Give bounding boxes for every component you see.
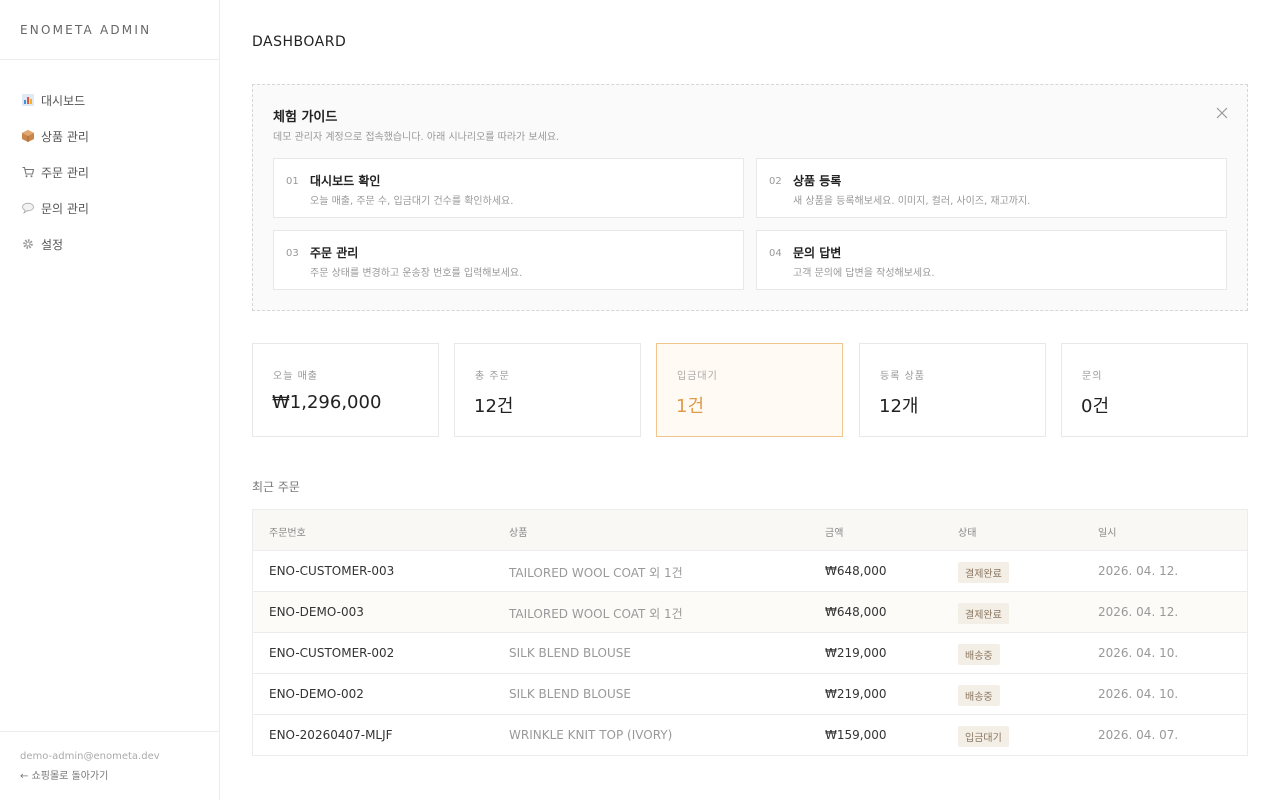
sidebar-footer: demo-admin@enometa.dev ← 쇼핑몰로 돌아가기 — [0, 731, 219, 800]
order-amount: ₩159,000 — [825, 728, 887, 742]
stat-card-today-sales[interactable]: 오늘 매출 ₩1,296,000 — [252, 343, 439, 437]
guide-step-3[interactable]: 03 주문 관리 주문 상태를 변경하고 운송장 번호를 입력해보세요. — [273, 230, 744, 290]
guide-description: 데모 관리자 계정으로 접속했습니다. 아래 시나리오를 따라가 보세요. — [273, 132, 560, 143]
sidebar-item-label: 상품 관리 — [41, 129, 89, 144]
status-badge: 결제완료 — [958, 562, 1009, 583]
stat-card-registered-products[interactable]: 등록 상품 12개 — [859, 343, 1046, 437]
order-date: 2026. 04. 12. — [1098, 564, 1179, 578]
sidebar-item-label: 설정 — [41, 237, 64, 252]
step-description: 고객 문의에 답변을 작성해보세요. — [793, 268, 935, 279]
stat-card-pending-payment[interactable]: 입금대기 1건 — [656, 343, 843, 437]
stat-label: 입금대기 — [677, 371, 718, 382]
gear-icon — [22, 238, 34, 250]
sidebar-item-products[interactable]: 상품 관리 — [0, 118, 219, 154]
step-number: 04 — [769, 248, 782, 259]
table-row[interactable]: ENO-CUSTOMER-003 TAILORED WOOL COAT 외 1건… — [253, 551, 1247, 592]
stat-value: 0건 — [1081, 396, 1110, 417]
stat-label: 오늘 매출 — [273, 371, 318, 382]
order-product: TAILORED WOOL COAT 외 1건 — [509, 607, 683, 621]
cart-icon — [22, 166, 34, 178]
guide-title: 체험 가이드 — [273, 110, 338, 125]
guide-step-1[interactable]: 01 대시보드 확인 오늘 매출, 주문 수, 입금대기 건수를 확인하세요. — [273, 158, 744, 218]
chart-icon — [22, 94, 34, 106]
stat-label: 문의 — [1082, 371, 1103, 382]
order-amount: ₩219,000 — [825, 646, 887, 660]
close-icon[interactable] — [1215, 105, 1229, 119]
page-title: DASHBOARD — [252, 34, 347, 50]
brand-logo[interactable]: ENOMETA ADMIN — [0, 0, 219, 60]
column-header-date: 일시 — [1098, 528, 1117, 539]
order-id: ENO-DEMO-003 — [269, 605, 364, 619]
sidebar-item-label: 대시보드 — [41, 93, 86, 108]
step-title: 상품 등록 — [793, 174, 842, 188]
stat-card-inquiries[interactable]: 문의 0건 — [1061, 343, 1248, 437]
step-number: 03 — [286, 248, 299, 259]
step-description: 오늘 매출, 주문 수, 입금대기 건수를 확인하세요. — [310, 196, 514, 207]
step-title: 주문 관리 — [310, 246, 359, 260]
order-id: ENO-CUSTOMER-002 — [269, 646, 395, 660]
stat-value: 1건 — [676, 396, 705, 417]
order-product: TAILORED WOOL COAT 외 1건 — [509, 566, 683, 580]
order-date: 2026. 04. 10. — [1098, 687, 1179, 701]
order-product: WRINKLE KNIT TOP (IVORY) — [509, 728, 673, 742]
guide-panel: 체험 가이드 데모 관리자 계정으로 접속했습니다. 아래 시나리오를 따라가 … — [252, 84, 1248, 311]
sidebar-item-label: 문의 관리 — [41, 201, 89, 216]
user-email: demo-admin@enometa.dev — [20, 751, 160, 762]
step-description: 새 상품을 등록해보세요. 이미지, 컬러, 사이즈, 재고까지. — [793, 196, 1031, 207]
step-number: 02 — [769, 176, 782, 187]
column-header-status: 상태 — [958, 528, 977, 539]
recent-orders-table: 주문번호 상품 금액 상태 일시 ENO-CUSTOMER-003 TAILOR… — [252, 509, 1248, 756]
step-title: 문의 답변 — [793, 246, 842, 260]
sidebar-item-dashboard[interactable]: 대시보드 — [0, 82, 219, 118]
sidebar-nav: 대시보드 상품 관리 주문 관리 문의 관리 설정 — [0, 60, 219, 262]
stat-card-total-orders[interactable]: 총 주문 12건 — [454, 343, 641, 437]
order-product: SILK BLEND BLOUSE — [509, 687, 631, 701]
column-header-order-id: 주문번호 — [269, 528, 306, 539]
order-date: 2026. 04. 12. — [1098, 605, 1179, 619]
stat-label: 총 주문 — [475, 371, 510, 382]
order-amount: ₩648,000 — [825, 564, 887, 578]
status-badge: 배송중 — [958, 685, 1000, 706]
stat-value: 12개 — [879, 396, 919, 417]
sidebar-item-orders[interactable]: 주문 관리 — [0, 154, 219, 190]
main-content: DASHBOARD 체험 가이드 데모 관리자 계정으로 접속했습니다. 아래 … — [220, 0, 1280, 800]
table-row[interactable]: ENO-CUSTOMER-002 SILK BLEND BLOUSE ₩219,… — [253, 633, 1247, 674]
step-number: 01 — [286, 176, 299, 187]
stat-value: 12건 — [474, 396, 514, 417]
sidebar-item-settings[interactable]: 설정 — [0, 226, 219, 262]
column-header-amount: 금액 — [825, 528, 844, 539]
back-to-shop-link[interactable]: ← 쇼핑몰로 돌아가기 — [20, 770, 199, 784]
box-icon — [22, 130, 34, 142]
order-id: ENO-DEMO-002 — [269, 687, 364, 701]
sidebar-item-inquiries[interactable]: 문의 관리 — [0, 190, 219, 226]
status-badge: 결제완료 — [958, 603, 1009, 624]
column-header-product: 상품 — [509, 528, 528, 539]
recent-orders-title: 최근 주문 — [252, 480, 300, 494]
speech-bubble-icon — [22, 202, 34, 214]
order-id: ENO-20260407-MLJF — [269, 728, 393, 742]
order-date: 2026. 04. 07. — [1098, 728, 1179, 742]
step-title: 대시보드 확인 — [310, 174, 381, 188]
sidebar: ENOMETA ADMIN 대시보드 상품 관리 주문 관리 문의 관리 설정 … — [0, 0, 220, 800]
order-date: 2026. 04. 10. — [1098, 646, 1179, 660]
status-badge: 배송중 — [958, 644, 1000, 665]
table-header: 주문번호 상품 금액 상태 일시 — [253, 510, 1247, 551]
order-product: SILK BLEND BLOUSE — [509, 646, 631, 660]
guide-step-4[interactable]: 04 문의 답변 고객 문의에 답변을 작성해보세요. — [756, 230, 1227, 290]
sidebar-item-label: 주문 관리 — [41, 165, 89, 180]
step-description: 주문 상태를 변경하고 운송장 번호를 입력해보세요. — [310, 268, 523, 279]
table-row[interactable]: ENO-20260407-MLJF WRINKLE KNIT TOP (IVOR… — [253, 715, 1247, 755]
order-amount: ₩219,000 — [825, 687, 887, 701]
guide-step-2[interactable]: 02 상품 등록 새 상품을 등록해보세요. 이미지, 컬러, 사이즈, 재고까… — [756, 158, 1227, 218]
order-amount: ₩648,000 — [825, 605, 887, 619]
stat-value: ₩1,296,000 — [272, 392, 382, 413]
stat-label: 등록 상품 — [880, 371, 925, 382]
table-row[interactable]: ENO-DEMO-002 SILK BLEND BLOUSE ₩219,000 … — [253, 674, 1247, 715]
order-id: ENO-CUSTOMER-003 — [269, 564, 395, 578]
status-badge: 입금대기 — [958, 726, 1009, 747]
table-row[interactable]: ENO-DEMO-003 TAILORED WOOL COAT 외 1건 ₩64… — [253, 592, 1247, 633]
